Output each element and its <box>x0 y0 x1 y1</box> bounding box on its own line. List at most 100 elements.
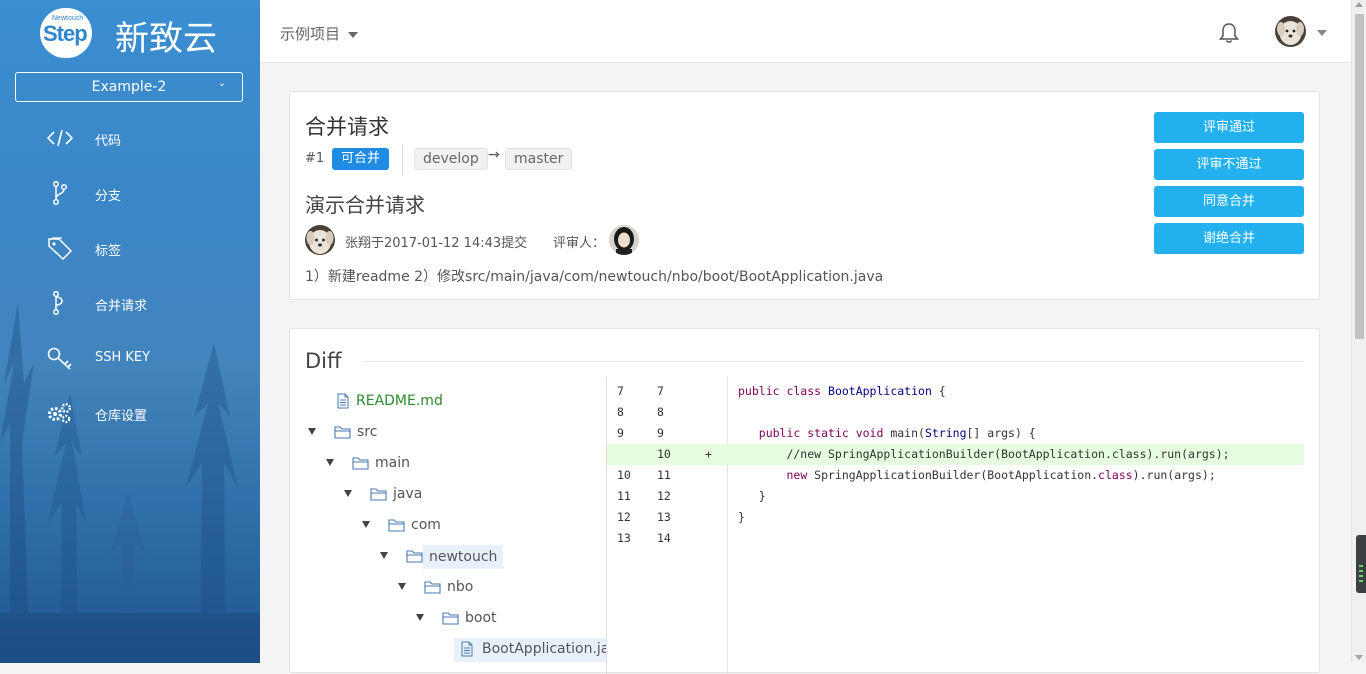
folder-icon <box>370 488 387 501</box>
new-line-number: 12 <box>657 489 671 503</box>
old-line-number: 12 <box>617 510 631 524</box>
top-bar: 示例项目 <box>260 0 1351 63</box>
target-branch[interactable]: master <box>505 148 573 170</box>
sidebar-item-label: SSH KEY <box>95 350 151 365</box>
diff-marker: + <box>705 447 712 461</box>
floating-widget[interactable] <box>1356 535 1366 593</box>
code-text: new SpringApplicationBuilder(BootApplica… <box>786 468 1216 482</box>
bell-icon[interactable] <box>1218 22 1240 44</box>
diff-line: 7 7 public class BootApplication { <box>607 381 1304 402</box>
tree-label: java <box>393 486 423 502</box>
logo-text: Step <box>43 21 88 46</box>
sidebar-item-label: 合并请求 <box>95 299 148 314</box>
diff-line: 9 9 public static void main(String[] arg… <box>607 423 1304 444</box>
author-avatar[interactable] <box>305 225 335 255</box>
caret-down-icon <box>308 428 316 435</box>
reviewer-avatar[interactable] <box>609 225 639 255</box>
new-line-number: 7 <box>657 384 664 398</box>
user-menu-caret-icon[interactable] <box>1317 30 1327 36</box>
merge-request-card: 合并请求 #1 可合并 develop → master 演示合并请求 张翔于2… <box>289 91 1320 300</box>
sidebar-item-label: 分支 <box>95 189 122 204</box>
project-switcher-label: 示例项目 <box>280 25 341 43</box>
sidebar-item-label: 标签 <box>95 244 122 259</box>
diff-heading: Diff <box>305 349 342 373</box>
merge-request-description: 1）新建readme 2）修改src/main/java/com/newtouc… <box>305 269 884 285</box>
reject-review-button[interactable]: 评审不通过 <box>1154 149 1304 180</box>
diff-line: 8 8 <box>607 402 1304 423</box>
folder-icon <box>406 550 423 563</box>
tree-file-selected[interactable]: BootApplication.ja <box>454 638 606 662</box>
caret-down-icon <box>344 490 352 497</box>
code-text: public class BootApplication { <box>738 384 946 398</box>
project-select[interactable]: Example-2 ⌄ <box>15 72 243 102</box>
project-switcher[interactable]: 示例项目 <box>280 23 359 44</box>
approve-review-button[interactable]: 评审通过 <box>1154 112 1304 143</box>
old-line-number: 9 <box>617 426 624 440</box>
sidebar-item-label: 仓库设置 <box>95 409 148 424</box>
diff-line-added: 10 + //new SpringApplicationBuilder(Boot… <box>607 444 1304 465</box>
logo-badge: Newtouch Step <box>40 8 92 58</box>
new-line-number: 10 <box>657 447 671 461</box>
diff-card: Diff README.md src main java com newtouc… <box>289 328 1320 674</box>
arrow-right-icon: → <box>488 147 500 163</box>
code-text: } <box>738 510 745 524</box>
sidebar-item-ssh-key[interactable]: SSH KEY <box>0 338 260 378</box>
page-title: 合并请求 <box>305 115 389 139</box>
divider <box>363 361 1304 362</box>
diff-line: 10 11 new SpringApplicationBuilder(BootA… <box>607 465 1304 486</box>
sidebar-item-merge-requests[interactable]: 合并请求 <box>0 283 260 323</box>
diff-line: 13 14 <box>607 528 1304 549</box>
user-avatar[interactable] <box>1275 16 1306 47</box>
dog-avatar-image <box>305 225 335 255</box>
diff-line: 12 13 } <box>607 507 1304 528</box>
accept-merge-button[interactable]: 同意合并 <box>1154 186 1304 217</box>
new-line-number: 9 <box>657 426 664 440</box>
code-text: public static void main(String[] args) { <box>758 426 1036 440</box>
scroll-thumb[interactable] <box>1355 14 1364 339</box>
source-branch[interactable]: develop <box>414 148 488 170</box>
tree-label: boot <box>465 610 497 626</box>
brand-name: 新致云 <box>115 19 217 59</box>
sidebar: Newtouch Step 新致云 Example-2 ⌄ 代码 分支 标签 合… <box>0 0 260 663</box>
sidebar-item-tags[interactable]: 标签 <box>0 228 260 268</box>
tree-label: src <box>357 424 378 440</box>
merge-request-title: 演示合并请求 <box>305 193 425 217</box>
caret-down-icon <box>380 552 388 559</box>
tree-label: BootApplication.ja <box>482 641 606 657</box>
caret-down-icon <box>398 583 406 590</box>
caret-down-icon <box>326 459 334 466</box>
sidebar-item-branches[interactable]: 分支 <box>0 173 260 213</box>
scroll-up-arrow[interactable] <box>1355 2 1363 7</box>
sidebar-item-code[interactable]: 代码 <box>0 118 260 158</box>
reviewer-label: 评审人： <box>553 236 606 251</box>
tree-label: nbo <box>447 579 474 595</box>
merge-request-icon <box>52 291 63 315</box>
divider <box>402 144 403 176</box>
merge-request-id: #1 <box>305 151 325 166</box>
new-line-number: 8 <box>657 405 664 419</box>
folder-icon <box>442 612 459 625</box>
old-line-number: 11 <box>617 489 631 503</box>
tree-label: main <box>375 455 410 471</box>
dog-avatar-image <box>1275 16 1306 47</box>
file-icon <box>337 393 349 409</box>
new-line-number: 14 <box>657 531 671 545</box>
new-line-number: 11 <box>657 468 671 482</box>
project-select-value: Example-2 <box>91 79 167 95</box>
decline-merge-button[interactable]: 谢绝合并 <box>1154 223 1304 254</box>
caret-down-icon <box>362 521 370 528</box>
file-icon <box>461 641 473 657</box>
author-info: 张翔于2017-01-12 14:43提交 <box>345 236 528 251</box>
branch-icon <box>52 181 68 205</box>
diff-line: 11 12 } <box>607 486 1304 507</box>
code-text: //new SpringApplicationBuilder(BootAppli… <box>738 447 1230 461</box>
scroll-down-arrow[interactable] <box>1355 655 1363 660</box>
tree-label: com <box>411 517 441 533</box>
sidebar-item-label: 代码 <box>95 134 122 149</box>
folder-icon <box>388 519 405 532</box>
sidebar-item-settings[interactable]: 仓库设置 <box>0 393 260 433</box>
key-icon <box>47 347 72 370</box>
person-avatar-image <box>609 225 639 255</box>
caret-down-icon <box>348 31 359 38</box>
gear-icon <box>48 403 72 424</box>
